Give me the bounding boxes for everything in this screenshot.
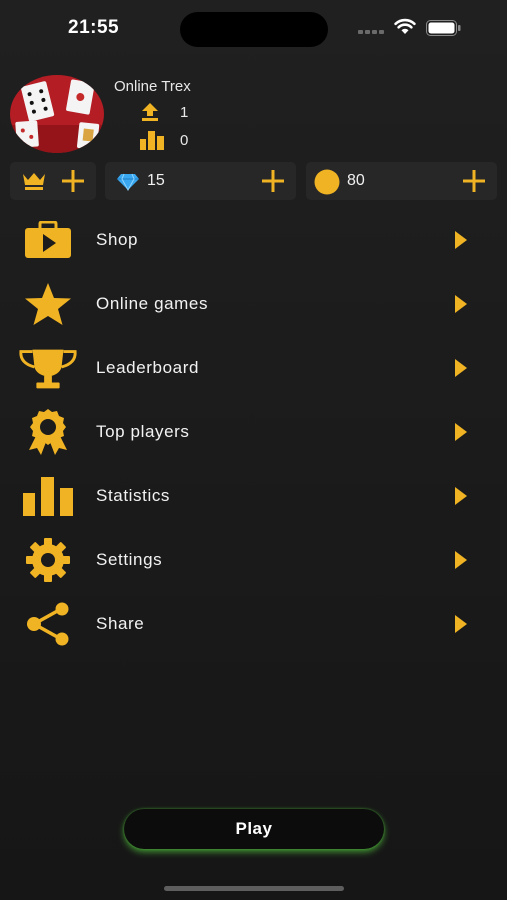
chevron-right-icon <box>455 359 467 377</box>
trophy-icon <box>19 349 77 389</box>
menu-label-settings: Settings <box>96 550 163 569</box>
cellular-signal-icon <box>358 30 384 34</box>
bar-chart-icon <box>140 131 164 150</box>
status-bar: 21:55 <box>0 0 507 60</box>
chevron-right-icon <box>455 615 467 633</box>
menu-label-leaderboard: Leaderboard <box>96 358 200 377</box>
menu-item-online-games[interactable]: Online games <box>0 272 507 336</box>
playing-cards-avatar <box>10 75 104 153</box>
rank-stat: 1 <box>140 101 188 123</box>
coins-box: 80 <box>306 162 497 200</box>
avatar[interactable] <box>10 75 104 153</box>
menu-item-settings[interactable]: Settings <box>0 528 507 592</box>
add-gems-button[interactable] <box>261 169 285 193</box>
rank-value: 1 <box>180 103 189 121</box>
stats-stat: 0 <box>140 129 188 151</box>
play-button[interactable]: Play <box>124 809 384 849</box>
player-name: Online Trex <box>114 78 191 95</box>
coins-count: 80 <box>347 172 365 189</box>
gems-box: 15 <box>105 162 296 200</box>
menu-item-share[interactable]: Share <box>0 592 507 656</box>
add-coins-button[interactable] <box>462 169 486 193</box>
share-icon <box>27 602 69 646</box>
star-icon <box>25 283 71 325</box>
menu-label-top-players: Top players <box>96 422 190 441</box>
chevron-right-icon <box>455 295 467 313</box>
menu-label-shop: Shop <box>96 230 139 249</box>
briefcase-play-icon <box>25 221 71 258</box>
wifi-icon <box>394 18 416 34</box>
add-vip-button[interactable] <box>61 169 85 193</box>
gems-count: 15 <box>147 172 165 189</box>
dynamic-island <box>180 12 328 47</box>
vip-box <box>10 162 96 200</box>
upload-arrow-icon <box>142 103 158 121</box>
menu-item-shop[interactable]: Shop <box>0 208 507 272</box>
chevron-right-icon <box>455 551 467 569</box>
bar-chart-icon <box>23 477 73 516</box>
menu-item-top-players[interactable]: Top players <box>0 400 507 464</box>
chevron-right-icon <box>455 231 467 249</box>
stats-value: 0 <box>180 131 189 149</box>
crown-icon <box>23 173 45 190</box>
gear-icon <box>26 538 70 582</box>
menu-item-statistics[interactable]: Statistics <box>0 464 507 528</box>
menu-label-statistics: Statistics <box>96 486 171 505</box>
home-indicator[interactable] <box>164 886 344 891</box>
battery-icon <box>426 20 461 36</box>
award-rosette-icon <box>29 409 67 455</box>
chevron-right-icon <box>455 487 467 505</box>
menu-item-leaderboard[interactable]: Leaderboard <box>0 336 507 400</box>
diamond-icon <box>117 173 139 191</box>
currency-bar: 15 80 <box>0 162 507 200</box>
profile-header: Online Trex 1 0 <box>0 72 507 157</box>
menu-label-share: Share <box>96 614 145 633</box>
chevron-right-icon <box>455 423 467 441</box>
play-button-label: Play <box>235 819 273 838</box>
status-time: 21:55 <box>68 17 120 38</box>
coin-icon <box>314 169 340 195</box>
menu-label-online-games: Online games <box>96 294 209 313</box>
play-button-container: Play <box>124 809 384 849</box>
